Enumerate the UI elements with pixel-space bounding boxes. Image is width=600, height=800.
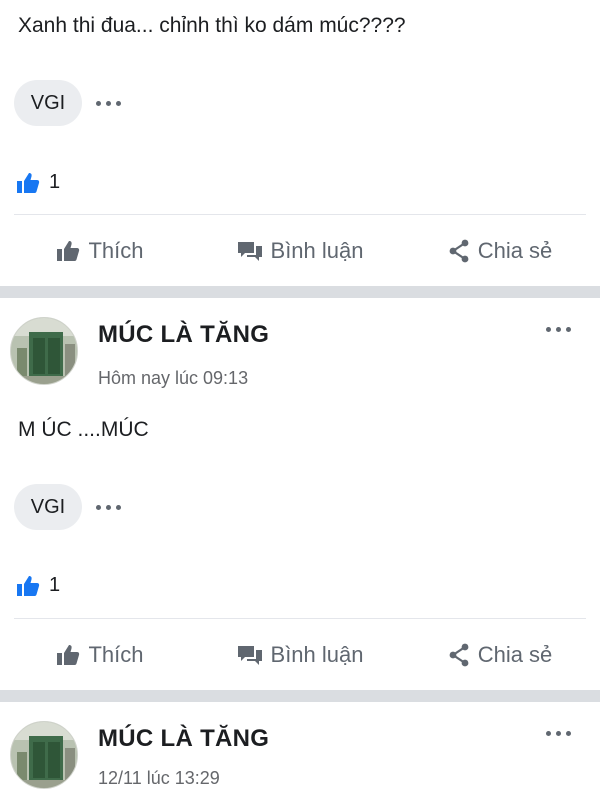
more-options-icon[interactable]	[546, 728, 571, 738]
thumbs-up-icon	[57, 645, 80, 665]
like-reaction-icon	[17, 172, 40, 193]
more-horizontal-icon[interactable]	[96, 98, 121, 108]
more-horizontal-icon[interactable]	[96, 502, 121, 512]
avatar[interactable]	[10, 317, 78, 385]
thumbs-up-icon	[57, 241, 80, 261]
like-button[interactable]: Thích	[0, 222, 200, 280]
like-label: Thích	[88, 642, 144, 667]
avatar-image	[11, 318, 77, 384]
avatar-image	[11, 722, 77, 788]
author-name[interactable]: MÚC LÀ TĂNG	[98, 321, 269, 349]
share-button[interactable]: Chia sẻ	[400, 626, 600, 684]
avatar[interactable]	[10, 721, 78, 789]
comment-label: Bình luận	[270, 642, 364, 667]
post-text: Xanh thi đua... chỉnh thì ko dám múc????	[18, 14, 406, 37]
reply-chip[interactable]: VGI	[14, 484, 82, 530]
divider	[14, 214, 586, 215]
reaction-summary[interactable]: 1	[16, 574, 60, 597]
post-text: M ÚC ....MÚC	[18, 418, 149, 441]
comment-icon	[237, 646, 262, 665]
comment-label: Bình luận	[270, 238, 364, 263]
share-label: Chia sẻ	[477, 642, 553, 667]
share-icon	[449, 643, 469, 667]
comment-button[interactable]: Bình luận	[200, 626, 400, 684]
like-count: 1	[49, 171, 61, 193]
author-name[interactable]: MÚC LÀ TĂNG	[98, 725, 269, 753]
divider	[14, 618, 586, 619]
share-label: Chia sẻ	[477, 238, 553, 263]
more-options-icon[interactable]	[546, 324, 571, 334]
action-bar: Thích Bình luận Chia sẻ	[0, 222, 600, 280]
reaction-summary[interactable]: 1	[16, 171, 60, 194]
post-timestamp[interactable]: Hôm nay lúc 09:13	[98, 368, 248, 389]
feed-separator	[0, 286, 600, 298]
share-icon	[449, 239, 469, 263]
comment-button[interactable]: Bình luận	[200, 222, 400, 280]
post-timestamp[interactable]: 12/11 lúc 13:29	[98, 768, 220, 789]
like-button[interactable]: Thích	[0, 626, 200, 684]
share-button[interactable]: Chia sẻ	[400, 222, 600, 280]
like-label: Thích	[88, 238, 144, 263]
action-bar: Thích Bình luận Chia sẻ	[0, 626, 600, 684]
like-count: 1	[49, 574, 61, 596]
like-reaction-icon	[17, 575, 40, 596]
feed-separator	[0, 690, 600, 702]
comment-icon	[237, 242, 262, 261]
reply-chip[interactable]: VGI	[14, 80, 82, 126]
